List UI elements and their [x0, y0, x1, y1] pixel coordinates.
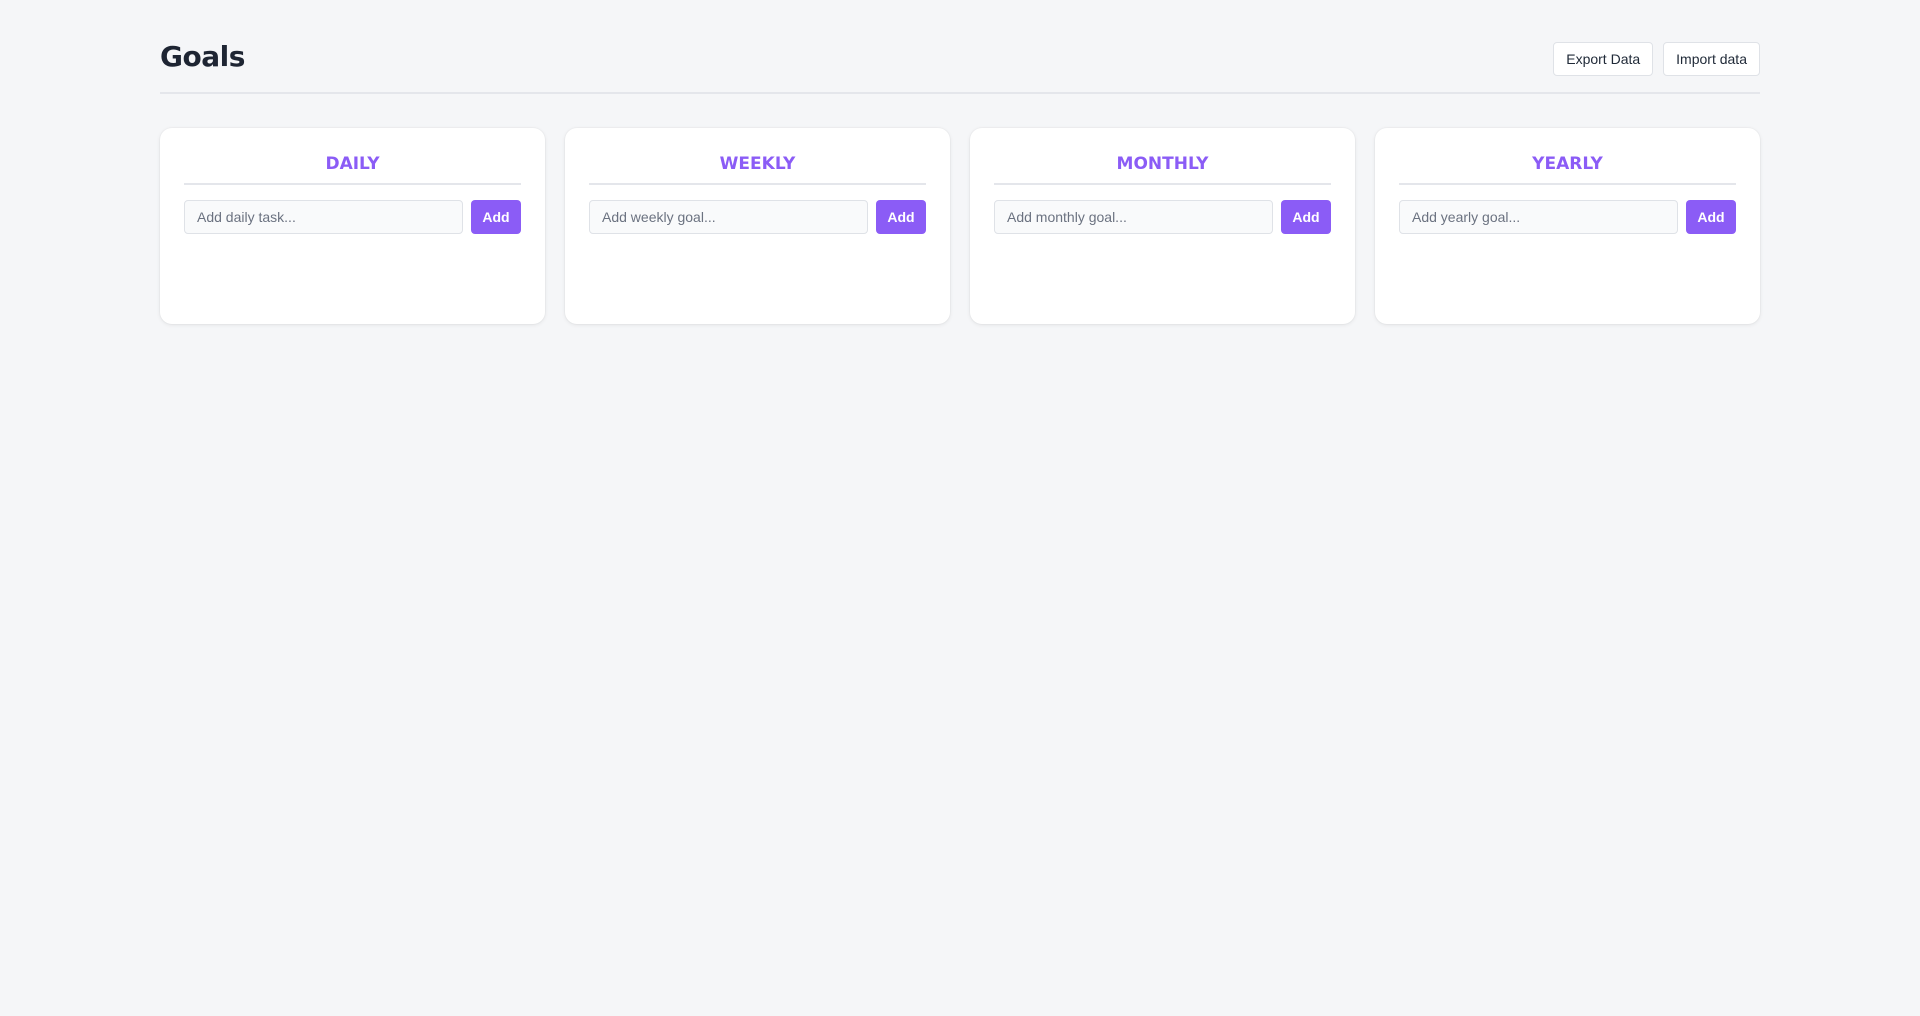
app-container: Goals Export Data Import data DAILY Add … — [160, 0, 1760, 324]
monthly-add-button[interactable]: Add — [1281, 200, 1331, 234]
weekly-column: WEEKLY Add — [565, 128, 950, 324]
export-data-button[interactable]: Export Data — [1553, 42, 1654, 76]
monthly-goal-input[interactable] — [994, 200, 1273, 234]
monthly-column: MONTHLY Add — [970, 128, 1355, 324]
daily-add-button[interactable]: Add — [471, 200, 521, 234]
monthly-column-title: MONTHLY — [994, 152, 1331, 185]
goal-columns: DAILY Add WEEKLY Add MONTHLY Add YE — [160, 128, 1760, 324]
yearly-column-title: YEARLY — [1399, 152, 1736, 185]
import-data-button[interactable]: Import data — [1663, 42, 1760, 76]
yearly-goal-input[interactable] — [1399, 200, 1678, 234]
monthly-add-row: Add — [994, 200, 1331, 234]
daily-add-row: Add — [184, 200, 521, 234]
yearly-add-row: Add — [1399, 200, 1736, 234]
weekly-add-row: Add — [589, 200, 926, 234]
page-title: Goals — [160, 40, 245, 73]
yearly-add-button[interactable]: Add — [1686, 200, 1736, 234]
weekly-add-button[interactable]: Add — [876, 200, 926, 234]
daily-column: DAILY Add — [160, 128, 545, 324]
daily-column-title: DAILY — [184, 152, 521, 185]
daily-task-input[interactable] — [184, 200, 463, 234]
yearly-column: YEARLY Add — [1375, 128, 1760, 324]
weekly-goal-input[interactable] — [589, 200, 868, 234]
page-header: Goals Export Data Import data — [160, 0, 1760, 94]
header-actions: Export Data Import data — [1553, 42, 1760, 76]
weekly-column-title: WEEKLY — [589, 152, 926, 185]
